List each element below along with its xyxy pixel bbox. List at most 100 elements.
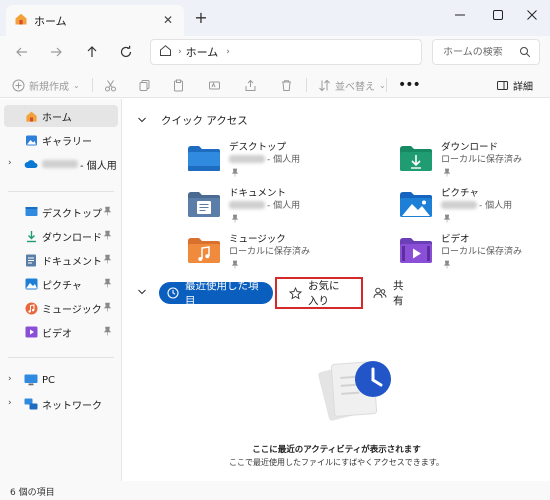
pin-icon[interactable] <box>443 259 451 272</box>
chevron-right-icon[interactable]: › <box>8 398 12 408</box>
sidebar-divider <box>8 357 114 358</box>
navigation-pane: ホーム ギャラリー › - 個人用 デスクトップ ダウンロード ドキュメント ピ… <box>0 99 122 481</box>
pin-icon[interactable] <box>103 230 112 243</box>
pin-icon[interactable] <box>103 302 112 315</box>
maximize-button[interactable] <box>480 0 516 30</box>
close-window-button[interactable] <box>514 0 550 30</box>
sidebar-item-label: デスクトップ <box>42 208 102 220</box>
quick-access-item-downloads[interactable]: ダウンロード ローカルに保存済み <box>399 137 550 181</box>
paste-button[interactable] <box>172 75 185 95</box>
pin-icon[interactable] <box>443 167 451 180</box>
pin-icon[interactable] <box>443 213 451 226</box>
quick-access-item-music[interactable]: ミュージック ローカルに保存済み <box>187 229 377 273</box>
chevron-down-icon: ⌄ <box>73 80 80 90</box>
sidebar-item-videos[interactable]: ビデオ <box>4 321 118 343</box>
cut-button[interactable] <box>104 75 117 95</box>
more-options-icon[interactable]: ••• <box>398 75 421 95</box>
chevron-down-icon: ⌄ <box>379 80 386 90</box>
recent-section-toggle[interactable] <box>137 287 161 299</box>
pin-icon[interactable] <box>103 206 112 219</box>
quick-access-item-videos[interactable]: ビデオ ローカルに保存済み <box>399 229 550 273</box>
refresh-button[interactable] <box>112 38 140 66</box>
blurred-account-name <box>229 154 265 163</box>
toolbar-divider <box>386 78 387 92</box>
pin-icon[interactable] <box>103 254 112 267</box>
sidebar-item-home[interactable]: ホーム <box>4 105 118 127</box>
pin-icon[interactable] <box>103 326 112 339</box>
item-name: デスクトップ <box>229 142 287 153</box>
up-button[interactable] <box>78 38 106 66</box>
item-location: ローカルに保存済み <box>441 155 523 165</box>
details-pane-icon <box>497 80 508 90</box>
sidebar-item-pc[interactable]: › PC <box>4 369 118 391</box>
address-bar: › ホーム › <box>0 36 550 72</box>
cloud-icon <box>24 157 38 171</box>
scissors-icon <box>105 79 116 91</box>
copy-button[interactable] <box>138 75 151 95</box>
computer-icon <box>24 373 38 387</box>
rename-button[interactable] <box>208 75 221 95</box>
new-button[interactable]: 新規作成 ⌄ <box>12 75 80 95</box>
new-button-label: 新規作成 <box>29 81 69 93</box>
item-location: - 個人用 <box>441 198 512 211</box>
recent-filter-button[interactable]: 最近使用した項目 <box>159 280 273 307</box>
delete-button[interactable] <box>280 75 293 95</box>
minimize-button[interactable] <box>442 0 478 30</box>
search-icon[interactable] <box>519 46 531 61</box>
videos-folder-icon <box>400 238 432 263</box>
recent-filter-label: 最近使用した項目 <box>185 280 259 307</box>
shared-filter-button[interactable]: 共有 <box>365 280 423 307</box>
quick-access-item-desktop[interactable]: デスクトップ - 個人用 <box>187 137 377 181</box>
forward-button[interactable] <box>42 38 70 66</box>
chevron-right-icon[interactable]: › <box>8 374 12 384</box>
path-segment-home[interactable]: ホーム <box>186 44 219 60</box>
details-button-label: 詳細 <box>513 81 533 93</box>
shared-filter-label: 共有 <box>393 280 404 307</box>
music-icon <box>24 301 38 315</box>
new-tab-button[interactable]: + <box>192 9 210 27</box>
quick-access-item-pictures[interactable]: ピクチャ - 個人用 <box>399 183 550 227</box>
share-button[interactable] <box>244 75 257 95</box>
item-location: ローカルに保存済み <box>441 247 523 257</box>
back-button[interactable] <box>8 38 36 66</box>
network-icon <box>24 397 38 411</box>
sidebar-item-onedrive[interactable]: › - 個人用 <box>4 153 118 175</box>
details-button[interactable]: 詳細 <box>496 75 533 95</box>
sidebar-item-music[interactable]: ミュージック <box>4 297 118 319</box>
sort-button-label: 並べ替え <box>335 81 375 93</box>
empty-state-subtitle: ここで最近使用したファイルにすばやくアクセスできます。 <box>229 458 444 467</box>
pin-icon[interactable] <box>231 259 239 272</box>
sidebar-item-label: ミュージック <box>42 304 102 316</box>
sidebar-item-network[interactable]: › ネットワーク <box>4 393 118 415</box>
sidebar-divider <box>8 191 114 192</box>
sidebar-item-documents[interactable]: ドキュメント <box>4 249 118 271</box>
tab-home[interactable]: ホーム ✕ <box>6 5 184 36</box>
chevron-right-icon[interactable]: › <box>178 47 182 57</box>
blurred-account-name <box>441 200 477 209</box>
picture-icon <box>24 277 38 291</box>
search-input[interactable] <box>443 46 519 58</box>
item-name: ピクチャ <box>441 188 479 199</box>
chevron-down-icon[interactable] <box>137 287 147 299</box>
quick-access-item-documents[interactable]: ドキュメント - 個人用 <box>187 183 377 227</box>
sidebar-item-pictures[interactable]: ピクチャ <box>4 273 118 295</box>
sidebar-item-label: ギャラリー <box>42 136 92 148</box>
sidebar-item-gallery[interactable]: ギャラリー <box>4 129 118 151</box>
quick-access-header[interactable]: クイック アクセス <box>137 113 248 128</box>
sort-button[interactable]: 並べ替え ⌄ <box>318 75 386 95</box>
pin-icon[interactable] <box>231 213 239 226</box>
chevron-down-icon[interactable] <box>137 115 147 127</box>
sidebar-item-label: ホーム <box>42 112 72 124</box>
pin-icon[interactable] <box>103 278 112 291</box>
close-tab-icon[interactable]: ✕ <box>160 12 176 28</box>
chevron-right-icon[interactable]: › <box>226 47 230 57</box>
pin-icon[interactable] <box>231 167 239 180</box>
item-name: ダウンロード <box>441 142 499 153</box>
item-location: ローカルに保存済み <box>229 247 311 257</box>
address-path-box[interactable]: › ホーム › <box>150 39 422 65</box>
gallery-icon <box>24 133 38 147</box>
home-icon <box>24 109 38 123</box>
sidebar-item-desktop[interactable]: デスクトップ <box>4 201 118 223</box>
sidebar-item-downloads[interactable]: ダウンロード <box>4 225 118 247</box>
chevron-right-icon[interactable]: › <box>8 158 12 168</box>
